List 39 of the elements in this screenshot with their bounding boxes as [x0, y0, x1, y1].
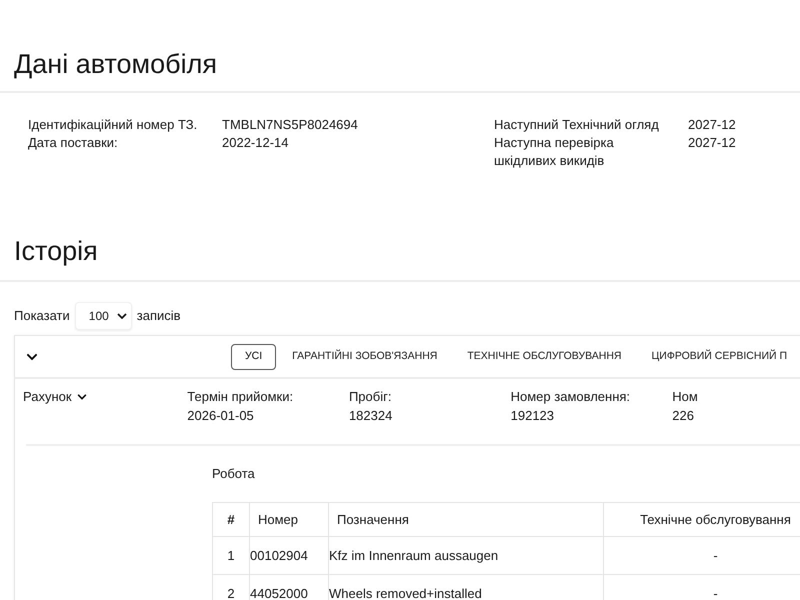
column-header: Номер	[250, 502, 328, 536]
info-value: TMBLN7NS5P8024694	[222, 116, 358, 134]
field-value: 192123	[510, 407, 554, 425]
page-size-select[interactable]: 100	[74, 302, 132, 330]
info-value: 2027-12	[688, 116, 736, 134]
chevron-icon	[116, 313, 127, 319]
filter-tab[interactable]: ТЕХНІЧНЕ ОБСЛУГОВУВАННЯ	[453, 344, 636, 370]
filter-tab[interactable]: УСІ	[231, 344, 276, 370]
table-cell: Wheels removed+installed	[328, 574, 604, 600]
section-title: Історія	[14, 235, 98, 268]
info-label: Ідентифікаційний номер ТЗ.	[28, 116, 198, 134]
table-cell: 00102904	[250, 536, 328, 574]
column-header: Технічне обслуговування	[604, 502, 800, 536]
field-label: Пробіг:	[348, 388, 392, 406]
info-label: Наступний Технічний огляд	[494, 116, 660, 134]
field-label: Номер замовлення:	[510, 388, 630, 406]
field-value: 2026-01-05	[187, 407, 254, 425]
filter-tab[interactable]: ЦИФРОВИЙ СЕРВІСНИЙ П	[638, 344, 800, 370]
show-label: Показати	[14, 307, 70, 326]
field-value: 182324	[348, 407, 392, 425]
work-title: Робота	[212, 465, 255, 483]
page-title: Дані автомобіля	[14, 48, 217, 81]
info-value: 2022-12-14	[222, 134, 288, 152]
field-label: Термін прийомки:	[187, 388, 294, 406]
info-label: Дата поставки:	[28, 134, 119, 152]
field-label: Ном	[672, 388, 698, 406]
filter-tab[interactable]: ГАРАНТІЙНІ ЗОБОВ'ЯЗАННЯ	[278, 344, 452, 370]
info-label: Наступна перевірка шкідливих викидів	[494, 134, 615, 170]
field-value: 226	[672, 407, 694, 425]
column-header: Позначення	[328, 502, 604, 536]
info-value: 2027-12	[688, 134, 736, 152]
column-header: #	[212, 502, 250, 536]
invoice-toggle[interactable]: Рахунок	[23, 388, 88, 406]
table-cell: 2	[212, 574, 250, 600]
table-cell: 44052000	[250, 574, 328, 600]
table-cell: 1	[212, 536, 250, 574]
table-cell: Kfz im Innenraum aussaugen	[328, 536, 604, 574]
entries-label: записів	[136, 307, 181, 326]
chevron-icon	[76, 392, 88, 402]
